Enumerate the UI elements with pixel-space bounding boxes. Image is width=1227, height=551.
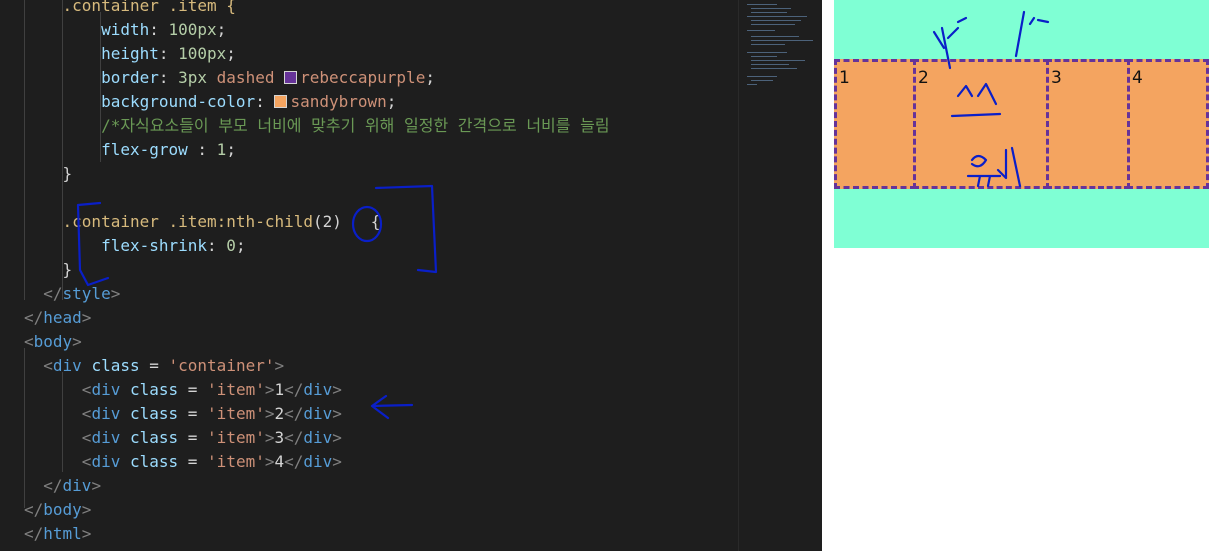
pen-annotation-layer <box>76 10 1050 420</box>
ink-mark-left <box>932 16 968 70</box>
ink-squiggle-top <box>950 82 1002 118</box>
ink-arrow <box>370 394 414 420</box>
ink-squiggle-bottom <box>966 146 1022 188</box>
ink-mark-right <box>1014 10 1050 58</box>
ink-circle-2 <box>351 205 383 243</box>
ink-right-bracket <box>374 184 438 274</box>
ink-left-bracket <box>76 201 110 287</box>
